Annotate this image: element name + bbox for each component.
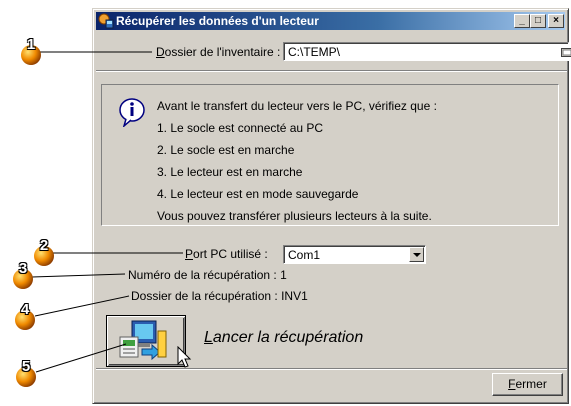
separator-top	[96, 70, 567, 72]
inventory-label-rest: ossier de l'inventaire :	[164, 45, 281, 59]
callout-number: 5	[21, 358, 31, 375]
inventory-folder-value: C:\TEMP\	[288, 45, 341, 59]
inventory-label-accel: D	[156, 45, 165, 59]
callout-marker: 3	[12, 260, 34, 290]
callout-number: 1	[26, 36, 36, 53]
title-buttons: _ □ ×	[514, 14, 564, 28]
port-selected-value: Com1	[288, 248, 321, 262]
mouse-cursor-icon	[177, 346, 192, 368]
instructions-intro: Avant le transfert du lecteur vers le PC…	[157, 99, 437, 113]
callout-marker: 1	[20, 36, 42, 66]
port-label: Port PC utilisé :	[185, 247, 268, 261]
launch-label-accel: L	[204, 329, 213, 346]
port-label-accel: P	[185, 247, 194, 261]
callout-number: 3	[18, 260, 28, 277]
instruction-item: 4. Le lecteur est en mode sauvegarde	[157, 187, 359, 201]
recovery-folder: Dossier de la récupération : INV1	[131, 289, 308, 303]
close-label-rest: ermer	[515, 377, 547, 391]
instruction-item: 2. Le socle est en marche	[157, 143, 295, 157]
pc-transfer-icon	[119, 320, 167, 361]
callout-number: 4	[20, 301, 30, 318]
instructions-text: Avant le transfert du lecteur vers le PC…	[157, 98, 437, 230]
launch-recovery-label[interactable]: Lancer la récupération	[204, 329, 363, 347]
close-label-accel: F	[508, 377, 516, 391]
callout-number: 2	[39, 237, 49, 254]
folder-browse-icon[interactable]	[561, 46, 571, 58]
title-bar[interactable]: Récupérer les données d'un lecteur _ □ ×	[96, 12, 565, 30]
callout-marker: 2	[33, 237, 55, 267]
barcode-reader-icon	[98, 13, 114, 29]
instruction-item: 1. Le socle est connecté au PC	[157, 121, 324, 135]
recovery-number: Numéro de la récupération : 1	[128, 268, 287, 282]
info-icon	[118, 97, 148, 129]
callout-marker: 5	[15, 358, 37, 388]
callout-marker: 4	[14, 301, 36, 331]
separator-bottom	[96, 368, 567, 370]
window-title: Récupérer les données d'un lecteur	[116, 14, 319, 28]
port-select[interactable]: Com1	[283, 245, 426, 264]
launch-label-rest: ancer la récupération	[212, 329, 364, 346]
inventory-folder-label: Dossier de l'inventaire :	[156, 45, 280, 59]
chevron-down-icon[interactable]	[409, 247, 424, 262]
instruction-item: 3. Le lecteur est en marche	[157, 165, 303, 179]
launch-recovery-button[interactable]	[106, 315, 192, 368]
close-window-button[interactable]: ×	[548, 14, 564, 28]
close-button[interactable]: Fermer	[492, 373, 563, 396]
maximize-button[interactable]: □	[530, 14, 546, 28]
instructions-panel: Avant le transfert du lecteur vers le PC…	[101, 84, 559, 226]
port-label-rest: ort PC utilisé :	[193, 247, 268, 261]
inventory-folder-field[interactable]: C:\TEMP\	[283, 42, 569, 61]
minimize-button[interactable]: _	[514, 14, 530, 28]
instructions-footer: Vous pouvez transférer plusieurs lecteur…	[157, 209, 432, 223]
